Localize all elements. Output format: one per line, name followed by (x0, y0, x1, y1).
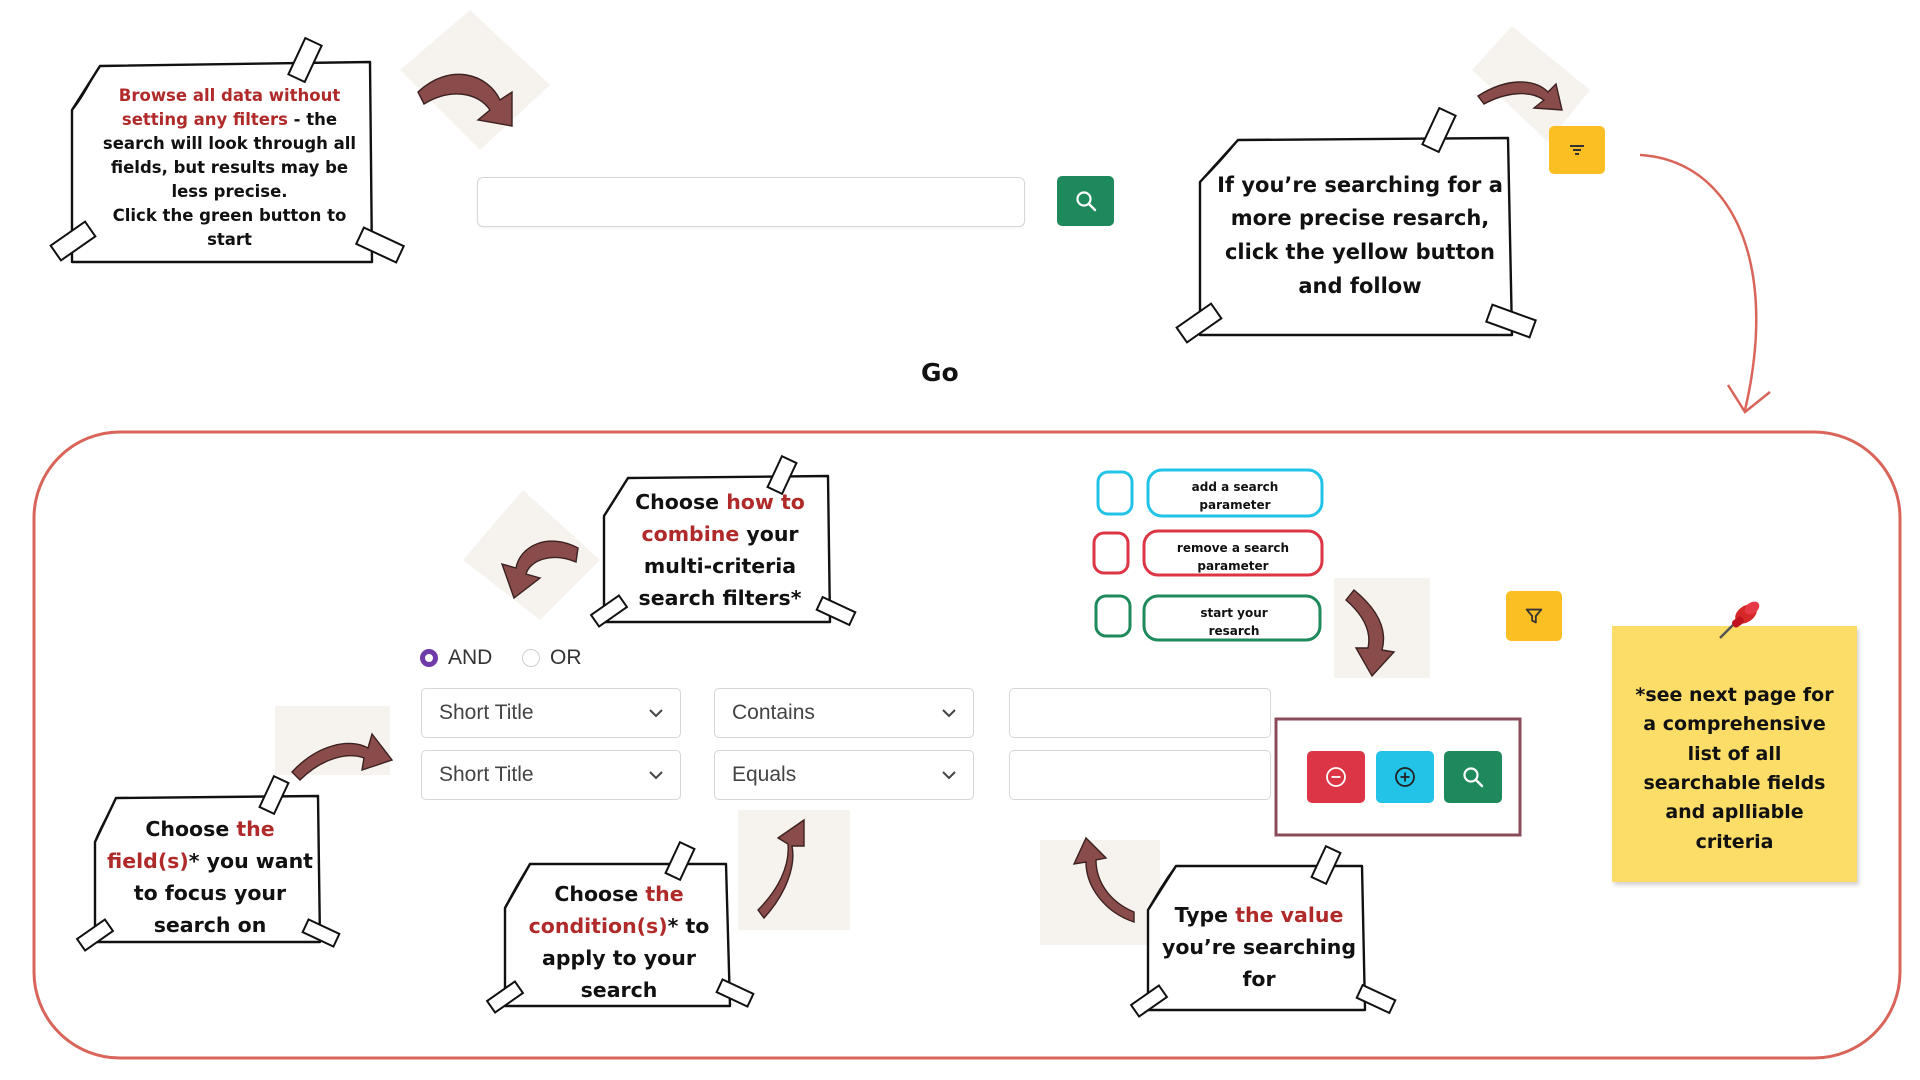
filter-lines-icon (1570, 145, 1584, 155)
field-select-1-value: Short Title (439, 701, 534, 724)
legend-add: add a search parameter (1191, 480, 1279, 512)
logic-and-radio[interactable]: AND (420, 646, 492, 670)
note-combine-a: Choose (635, 490, 727, 515)
go-label: Go (921, 358, 959, 387)
pushpin-icon (1719, 601, 1760, 639)
value-input-2[interactable] (1009, 750, 1271, 800)
field-select-2[interactable]: Short Title (421, 750, 681, 800)
logic-or-radio[interactable]: OR (522, 646, 582, 670)
minus-circle-icon (1326, 767, 1346, 787)
condition-select-1-value: Contains (732, 701, 815, 724)
filter-icon (1525, 608, 1543, 624)
simple-search-input[interactable] (477, 177, 1025, 227)
logic-or-label: OR (550, 646, 582, 669)
note-value-a: Type (1174, 903, 1236, 928)
chevron-down-icon (649, 771, 663, 780)
advanced-filter-button[interactable] (1506, 591, 1562, 641)
search-icon (1075, 191, 1096, 212)
condition-select-1[interactable]: Contains (714, 688, 974, 738)
search-icon (1463, 767, 1484, 788)
radio-unchecked-icon (522, 649, 540, 667)
note-value: Type the value you’re searching for (1156, 890, 1362, 1006)
note-value-c: you’re searching for (1161, 935, 1357, 991)
curved-dashed-arrow (1639, 153, 1758, 411)
sticky-note-text: *see next page for a comprehensive list … (1635, 683, 1834, 853)
remove-parameter-button[interactable] (1307, 751, 1365, 803)
add-parameter-button[interactable] (1376, 751, 1434, 803)
chevron-down-icon (942, 709, 956, 718)
legend-remove: remove a search parameter (1176, 541, 1290, 573)
note-condition-a: Choose (554, 882, 646, 907)
start-search-button[interactable] (1444, 751, 1502, 803)
note-browse-text: Browse all data without setting any filt… (92, 84, 367, 251)
field-select-2-value: Short Title (439, 763, 534, 786)
note-field: Choose the field(s)* you want to focus y… (100, 817, 320, 938)
note-value-b: the value (1235, 903, 1344, 928)
sticky-note: *see next page for a comprehensive list … (1612, 626, 1857, 882)
note-browse-line2: Click the green button to start (112, 205, 347, 249)
note-browse-all: Browse all data without setting any filt… (92, 76, 367, 260)
plus-circle-icon (1395, 767, 1415, 787)
note-field-a: Choose (145, 817, 237, 842)
note-precise-text: If you’re searching for a more precise r… (1217, 172, 1503, 298)
condition-select-2-value: Equals (732, 763, 797, 786)
legend-start: start your resarch (1200, 606, 1268, 638)
condition-select-2[interactable]: Equals (714, 750, 974, 800)
chevron-down-icon (649, 709, 663, 718)
simple-search-button[interactable] (1057, 176, 1114, 226)
note-condition: Choose the condition(s)* to apply to you… (508, 882, 730, 1002)
advanced-filter-toggle[interactable] (1549, 126, 1605, 174)
logic-and-label: AND (448, 646, 493, 669)
field-select-1[interactable]: Short Title (421, 688, 681, 738)
radio-checked-icon (420, 649, 438, 667)
chevron-down-icon (942, 771, 956, 780)
note-combine: Choose how to combine your multi-criteri… (614, 484, 826, 618)
value-input-1[interactable] (1009, 688, 1271, 738)
note-precise-search: If you’re searching for a more precise r… (1212, 162, 1508, 310)
